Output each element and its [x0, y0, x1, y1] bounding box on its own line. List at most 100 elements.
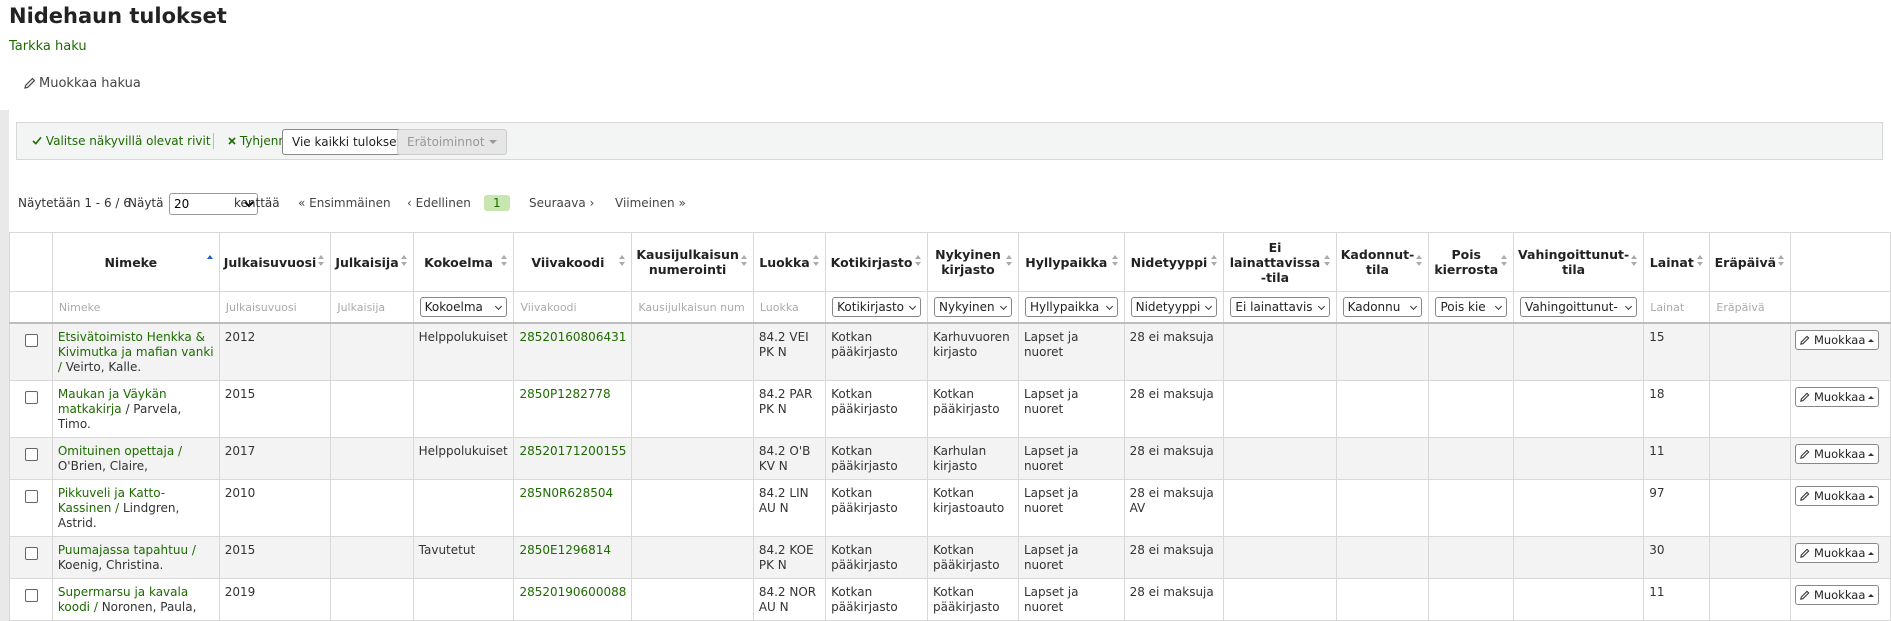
barcode-link[interactable]: 28520160806431: [519, 330, 626, 344]
lost-cell: [1335, 322, 1430, 381]
barcode-link[interactable]: 285N0R628504: [519, 486, 613, 500]
column-header[interactable]: Julkaisija: [330, 232, 414, 292]
column-filter-input[interactable]: Julkaisija: [337, 301, 385, 314]
barcode-link[interactable]: 2850P1282778: [519, 387, 610, 401]
row-checkbox[interactable]: [25, 589, 38, 602]
select-visible-button[interactable]: Valitse näkyvillä olevat rivit: [32, 134, 211, 148]
first-page-link[interactable]: « Ensimmäinen: [298, 196, 391, 210]
edit-item-button[interactable]: Muokkaa: [1795, 330, 1880, 350]
title-link[interactable]: Omituinen opettaja /: [58, 444, 182, 458]
next-page-link[interactable]: Seuraava ›: [529, 196, 594, 210]
barcode-cell: 28520171200155: [513, 437, 633, 480]
current-value: Karhulan kirjasto: [933, 444, 987, 473]
lost-cell: [1335, 578, 1430, 621]
column-filter-input[interactable]: Julkaisuvuosi: [226, 301, 297, 314]
title-cell: Maukan ja Väykän matkakirja / Parvela, T…: [51, 380, 220, 438]
last-page-link[interactable]: Viimeinen »: [615, 196, 686, 210]
edit-item-label: Muokkaa: [1813, 546, 1866, 560]
shelf-cell: Lapset ja nuoret: [1017, 437, 1125, 480]
notforloan-cell: [1223, 437, 1337, 480]
exact-search-link[interactable]: Tarkka haku: [9, 39, 87, 54]
row-checkbox[interactable]: [25, 448, 38, 461]
column-header[interactable]: Kausijulkaisun numerointi: [631, 232, 754, 292]
barcode-link[interactable]: 28520171200155: [519, 444, 626, 458]
results-panel: Valitse näkyvillä olevat rivit Tyhjennä …: [9, 110, 1891, 621]
column-header[interactable]: Luokka: [752, 232, 827, 292]
callno-cell: 84.2 NOR AU N: [752, 578, 827, 621]
column-header[interactable]: Lainat: [1643, 232, 1711, 292]
title-link[interactable]: Puumajassa tapahtuu /: [58, 543, 196, 557]
column-header[interactable]: Hyllypaikka: [1017, 232, 1125, 292]
notforloan-cell: [1223, 380, 1337, 438]
barcode-link[interactable]: 28520190600088: [519, 585, 626, 599]
type-value: 28 ei maksuja: [1129, 444, 1214, 458]
batch-operations-button[interactable]: Erätoiminnot: [397, 129, 507, 155]
collection-cell: [412, 479, 515, 537]
column-header[interactable]: Viivakoodi: [513, 232, 633, 292]
type-value: 28 ei maksuja: [1129, 543, 1214, 557]
column-header-label: Nimeke: [104, 254, 158, 270]
pencil-icon: [1800, 449, 1810, 459]
current-page[interactable]: 1: [484, 195, 510, 211]
column-filter-select[interactable]: Vahingoittunut-: [1520, 297, 1638, 317]
edit-item-button[interactable]: Muokkaa: [1795, 444, 1880, 464]
edit-item-button[interactable]: Muokkaa: [1795, 387, 1880, 407]
due-cell: [1709, 380, 1792, 438]
column-filter-select[interactable]: Pois kie: [1435, 297, 1508, 317]
notforloan-cell: [1223, 536, 1337, 579]
row-checkbox[interactable]: [25, 391, 38, 404]
year-cell: 2015: [218, 536, 332, 579]
column-header[interactable]: Nimeke: [51, 232, 220, 292]
column-header[interactable]: Ei lainattavissa -tila: [1223, 232, 1337, 292]
column-filter-input[interactable]: Viivakoodi: [520, 301, 576, 314]
column-header[interactable]: Nykyinen kirjasto: [927, 232, 1019, 292]
year-cell: 2012: [218, 322, 332, 381]
actions-cell: Muokkaa: [1790, 322, 1891, 381]
column-filter-select[interactable]: Kokoelma: [419, 297, 508, 317]
column-filter-input[interactable]: Eräpäivä: [1716, 301, 1764, 314]
column-header[interactable]: Vahingoittunut-tila: [1513, 232, 1645, 292]
year-cell: 2019: [218, 578, 332, 621]
callno-cell: 84.2 KOE PK N: [752, 536, 827, 579]
column-filter-select[interactable]: Nidetyyppi: [1130, 297, 1218, 317]
column-header[interactable]: Julkaisuvuosi: [218, 232, 332, 292]
column-header-label: Ei lainattavissa -tila: [1229, 239, 1321, 285]
column-header[interactable]: Nidetyyppi: [1123, 232, 1225, 292]
select-visible-label: Valitse näkyvillä olevat rivit: [45, 134, 211, 148]
sort-icon: [619, 255, 626, 269]
column-filter-select[interactable]: Kadonnu: [1342, 297, 1423, 317]
column-filter-input[interactable]: Nimeke: [59, 301, 101, 314]
collection-cell: Helppolukuiset: [412, 437, 515, 480]
column-filter-input[interactable]: Kausijulkaisun num: [638, 301, 744, 314]
column-filter-select[interactable]: Kotikirjasto: [832, 297, 922, 317]
column-header[interactable]: Pois kierrosta: [1428, 232, 1515, 292]
column-filter-input[interactable]: Luokka: [760, 301, 799, 314]
sort-icon: [1631, 255, 1638, 269]
edit-item-button[interactable]: Muokkaa: [1795, 585, 1880, 605]
column-filter-input[interactable]: Lainat: [1650, 301, 1684, 314]
previous-page-link[interactable]: ‹ Edellinen: [407, 196, 471, 210]
edit-search-button[interactable]: Muokkaa hakua: [24, 76, 141, 91]
column-header[interactable]: Eräpäivä: [1709, 232, 1792, 292]
edit-item-button[interactable]: Muokkaa: [1795, 486, 1880, 506]
column-header[interactable]: Kokoelma: [412, 232, 515, 292]
column-header[interactable]: Kadonnut-tila: [1335, 232, 1430, 292]
type-cell: 28 ei maksuja AV: [1123, 479, 1225, 537]
title-cell: Supermarsu ja kavala koodi / Noronen, Pa…: [51, 578, 220, 621]
sort-icon: [1211, 255, 1218, 269]
sort-icon: [400, 255, 408, 269]
filter-cell: [9, 291, 53, 324]
column-filter-select[interactable]: Ei lainattavis: [1230, 297, 1330, 317]
row-checkbox[interactable]: [25, 490, 38, 503]
barcode-link[interactable]: 2850E1296814: [519, 543, 611, 557]
row-checkbox[interactable]: [25, 334, 38, 347]
edit-item-button[interactable]: Muokkaa: [1795, 543, 1880, 563]
column-header[interactable]: Kotikirjasto: [825, 232, 929, 292]
column-header-label: Nidetyyppi: [1130, 254, 1208, 270]
callno-value: 84.2 LIN AU N: [758, 486, 809, 515]
edit-item-label: Muokkaa: [1813, 390, 1866, 404]
issues-cell: 30: [1643, 536, 1711, 579]
column-filter-select[interactable]: Hyllypaikka: [1024, 297, 1118, 317]
column-filter-select[interactable]: Nykyinen: [934, 297, 1012, 317]
row-checkbox[interactable]: [25, 547, 38, 560]
